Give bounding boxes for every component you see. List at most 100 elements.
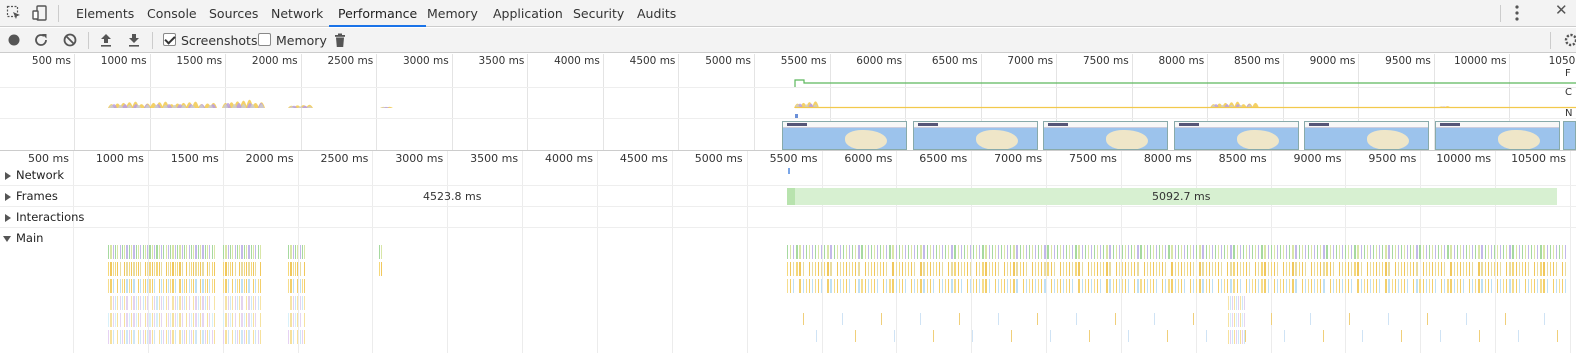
task-slice[interactable] bbox=[811, 262, 814, 276]
task-slice[interactable] bbox=[158, 245, 160, 259]
task-slice[interactable] bbox=[1484, 279, 1486, 293]
task-slice[interactable] bbox=[110, 313, 112, 327]
task-slice[interactable] bbox=[1244, 313, 1246, 327]
task-slice[interactable] bbox=[252, 262, 255, 276]
task-slice[interactable] bbox=[1242, 262, 1244, 276]
task-slice[interactable] bbox=[1323, 279, 1325, 293]
task-slice[interactable] bbox=[1038, 245, 1040, 259]
task-slice[interactable] bbox=[1233, 279, 1235, 293]
task-slice[interactable] bbox=[796, 262, 798, 276]
task-slice[interactable] bbox=[1053, 279, 1055, 293]
task-slice[interactable] bbox=[1493, 245, 1496, 259]
task-slice[interactable] bbox=[167, 262, 170, 276]
task-slice[interactable] bbox=[1109, 245, 1111, 259]
task-slice[interactable] bbox=[1490, 262, 1492, 276]
task-slice[interactable] bbox=[248, 330, 250, 344]
task-slice[interactable] bbox=[290, 245, 292, 259]
task-slice[interactable] bbox=[140, 279, 142, 293]
task-slice[interactable] bbox=[292, 262, 294, 276]
task-slice[interactable] bbox=[1400, 279, 1403, 293]
task-slice[interactable] bbox=[114, 313, 117, 327]
task-slice[interactable] bbox=[842, 313, 844, 325]
task-slice[interactable] bbox=[181, 279, 183, 293]
task-slice[interactable] bbox=[255, 279, 257, 293]
task-slice[interactable] bbox=[234, 245, 236, 259]
task-slice[interactable] bbox=[174, 245, 176, 259]
task-slice[interactable] bbox=[845, 279, 848, 293]
task-slice[interactable] bbox=[241, 313, 243, 327]
task-slice[interactable] bbox=[1419, 279, 1421, 293]
task-slice[interactable] bbox=[1035, 262, 1037, 276]
task-slice[interactable] bbox=[1025, 262, 1027, 276]
task-slice[interactable] bbox=[1357, 279, 1359, 293]
task-slice[interactable] bbox=[1230, 279, 1232, 293]
task-slice[interactable] bbox=[259, 313, 262, 327]
task-slice[interactable] bbox=[1341, 262, 1344, 276]
task-slice[interactable] bbox=[963, 262, 965, 276]
task-slice[interactable] bbox=[821, 279, 823, 293]
task-slice[interactable] bbox=[1121, 262, 1124, 276]
task-slice[interactable] bbox=[248, 262, 250, 276]
task-slice[interactable] bbox=[183, 296, 186, 310]
task-slice[interactable] bbox=[880, 262, 882, 276]
task-slice[interactable] bbox=[1028, 279, 1031, 293]
task-slice[interactable] bbox=[119, 296, 121, 310]
task-slice[interactable] bbox=[954, 245, 956, 259]
task-slice[interactable] bbox=[1238, 313, 1240, 327]
task-slice[interactable] bbox=[1228, 296, 1230, 310]
task-slice[interactable] bbox=[241, 330, 243, 344]
task-slice[interactable] bbox=[1154, 313, 1156, 325]
task-slice[interactable] bbox=[126, 330, 128, 344]
task-slice[interactable] bbox=[1242, 296, 1244, 310]
task-slice[interactable] bbox=[1224, 279, 1226, 293]
task-slice[interactable] bbox=[1518, 245, 1520, 259]
task-slice[interactable] bbox=[234, 262, 236, 276]
task-slice[interactable] bbox=[1239, 245, 1241, 259]
task-slice[interactable] bbox=[1240, 313, 1242, 327]
task-slice[interactable] bbox=[304, 245, 306, 259]
task-slice[interactable] bbox=[1230, 313, 1232, 327]
task-slice[interactable] bbox=[112, 279, 114, 293]
task-slice[interactable] bbox=[1366, 262, 1368, 276]
task-slice[interactable] bbox=[1233, 245, 1235, 259]
task-slice[interactable] bbox=[200, 313, 202, 327]
task-slice[interactable] bbox=[917, 279, 919, 293]
close-devtools-icon[interactable]: ✕ bbox=[1555, 1, 1568, 19]
task-slice[interactable] bbox=[1379, 279, 1381, 293]
task-slice[interactable] bbox=[167, 279, 170, 293]
task-slice[interactable] bbox=[121, 296, 124, 310]
task-slice[interactable] bbox=[124, 245, 126, 259]
task-slice[interactable] bbox=[1264, 279, 1266, 293]
task-slice[interactable] bbox=[793, 279, 795, 293]
task-slice[interactable] bbox=[1239, 262, 1241, 276]
capture-settings-icon[interactable] bbox=[1558, 31, 1576, 49]
task-slice[interactable] bbox=[301, 245, 304, 259]
task-slice[interactable] bbox=[124, 262, 126, 276]
interactions-track[interactable]: Interactions bbox=[0, 207, 1576, 228]
network-request-bar[interactable] bbox=[788, 168, 790, 174]
task-slice[interactable] bbox=[177, 296, 179, 310]
task-slice[interactable] bbox=[179, 279, 181, 293]
task-slice[interactable] bbox=[1354, 262, 1356, 276]
task-slice[interactable] bbox=[133, 296, 135, 310]
task-slice[interactable] bbox=[1000, 279, 1003, 293]
task-slice[interactable] bbox=[1515, 262, 1517, 276]
task-slice[interactable] bbox=[131, 279, 133, 293]
task-slice[interactable] bbox=[200, 296, 202, 310]
task-slice[interactable] bbox=[997, 262, 1000, 276]
task-slice[interactable] bbox=[1230, 330, 1232, 344]
task-slice[interactable] bbox=[1124, 262, 1127, 276]
task-slice[interactable] bbox=[117, 313, 119, 327]
task-slice[interactable] bbox=[1097, 245, 1099, 259]
task-slice[interactable] bbox=[1521, 262, 1523, 276]
task-slice[interactable] bbox=[1078, 279, 1080, 293]
task-slice[interactable] bbox=[151, 279, 153, 293]
task-slice[interactable] bbox=[124, 296, 126, 310]
task-slice[interactable] bbox=[117, 296, 119, 310]
task-slice[interactable] bbox=[833, 279, 835, 293]
task-slice[interactable] bbox=[1174, 279, 1176, 293]
task-slice[interactable] bbox=[225, 313, 227, 327]
task-slice[interactable] bbox=[211, 262, 213, 276]
task-slice[interactable] bbox=[1416, 245, 1418, 259]
task-slice[interactable] bbox=[259, 279, 262, 293]
